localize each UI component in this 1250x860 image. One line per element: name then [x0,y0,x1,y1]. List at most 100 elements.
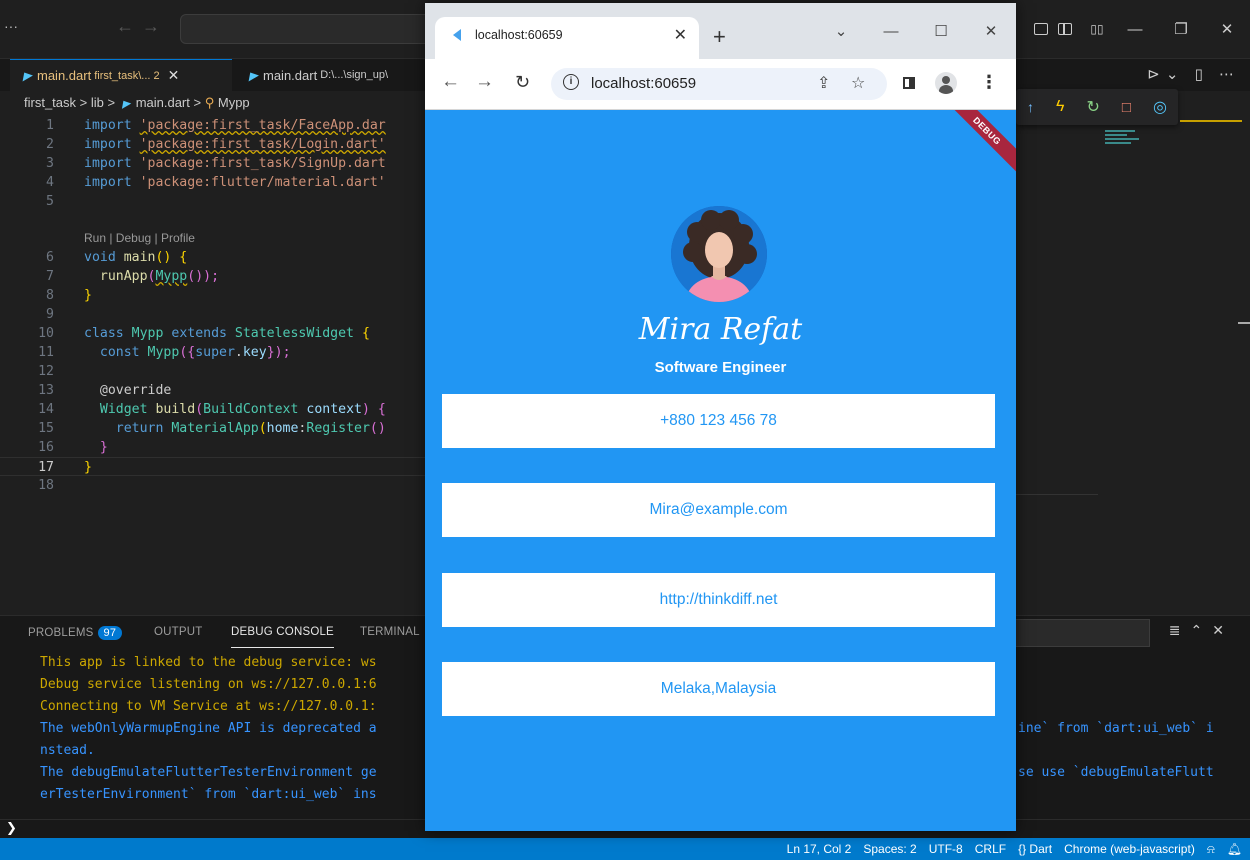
line-number: 12 [38,364,54,379]
debug-banner: DEBUG [942,110,1016,176]
command-center-input[interactable] [180,14,432,44]
tab-main-dart-sign-up[interactable]: main.dart D:\...\sign_up\ [236,59,426,91]
line-number: 18 [38,478,54,493]
console-line: se use `debugEmulateFlutt [1018,765,1214,780]
status-language[interactable]: {} Dart [1018,842,1052,856]
share-icon[interactable]: ⇪ [817,73,830,93]
tab-terminal[interactable]: TERMINAL [360,626,420,638]
code-token: extends [171,326,227,341]
console-filter-input[interactable] [1014,619,1150,647]
status-cursor-position[interactable]: Ln 17, Col 2 [787,842,852,856]
code-token: Mypp [147,345,180,360]
avatar-illustration [671,206,767,302]
status-device[interactable]: Chrome (web-javascript) [1064,842,1195,856]
status-eol[interactable]: CRLF [975,842,1006,856]
close-icon[interactable]: ✕ [1204,20,1250,38]
stop-icon[interactable]: □ [1122,99,1131,116]
tab-output[interactable]: OUTPUT [154,626,202,638]
navigation-arrows-icon[interactable]: ←→ [116,16,168,37]
status-encoding[interactable]: UTF-8 [929,842,963,856]
address-bar[interactable]: i localhost:60659 ⇪ ☆ [551,68,887,100]
devtools-icon[interactable]: ◎ [1153,97,1167,117]
minimize-icon[interactable]: — [1112,21,1158,38]
code-token: void [84,250,116,265]
browser-tab[interactable]: localhost:60659 ✕ [435,17,699,59]
breadcrumb-symbol[interactable]: Mypp [218,95,250,110]
back-arrow-icon[interactable]: ← [441,71,460,93]
profile-avatar [671,206,767,302]
profile-name: Mira Refat [638,312,803,347]
browser-window: localhost:60659 ✕ + ⌄ — ☐ ✕ ← → ↻ i loca… [425,3,1016,831]
kebab-menu-icon[interactable]: ⋮ [980,72,998,93]
line-number: 1 [46,118,54,133]
code-token: . [234,345,243,360]
hot-reload-icon[interactable]: ϟ [1056,98,1064,116]
reload-icon[interactable]: ↻ [515,72,530,93]
code-token: } [99,440,108,455]
divider [1014,494,1098,495]
tab-problems[interactable]: PROBLEMS 97 [28,626,123,640]
code-token: return [115,421,164,436]
code-token: const [99,345,140,360]
code-token: () [369,421,386,436]
layout-panel-icon[interactable] [1034,23,1048,35]
tab-main-dart-first-task[interactable]: main.dart first_task\... 2 ✕ [10,59,232,91]
forward-arrow-icon[interactable]: → [475,71,494,93]
address-bar-url: localhost:60659 [591,75,697,92]
maximize-icon[interactable]: ☐ [916,22,966,40]
new-tab-button[interactable]: + [713,24,726,50]
minimize-icon[interactable]: — [866,23,916,40]
panel-actions[interactable]: ≣⌃✕ [1169,622,1234,639]
profile-role: Software Engineer [654,359,787,376]
restore-icon[interactable]: ❐ [1158,20,1204,38]
close-tab-icon[interactable]: ✕ [674,25,687,45]
website-card[interactable]: http://thinkdiff.net [442,573,995,627]
scrollbar[interactable] [1238,322,1250,324]
status-indentation[interactable]: Spaces: 2 [863,842,916,856]
code-token: MaterialApp [171,421,259,436]
flutter-icon [118,98,131,109]
code-lens[interactable]: Run | Debug | Profile [84,229,195,248]
breadcrumb-folder[interactable]: first_task [24,95,76,110]
code-token: StatelessWidget [234,326,354,341]
phone-card[interactable]: +880 123 456 78 [442,394,995,448]
customize-layout-icon[interactable]: ▯▯ [1082,22,1112,36]
code-token: key [242,345,267,360]
tab-debug-console[interactable]: DEBUG CONSOLE [231,626,334,648]
site-info-icon[interactable]: i [563,74,579,90]
notifications-icon[interactable]: 🔔︎ [1227,842,1242,856]
side-panel-icon[interactable] [903,77,915,89]
restart-icon[interactable]: ↻ [1087,97,1100,117]
more-icon[interactable]: ··· [4,18,18,34]
class-symbol-icon: ⚲ [204,95,215,110]
editor-actions[interactable]: ⊳⌄ ▯ ⋯ [1147,65,1240,83]
breadcrumb-folder[interactable]: lib [91,95,104,110]
scroll-indicator [1180,120,1242,122]
code-token: Mypp [131,326,164,341]
bookmark-star-icon[interactable]: ☆ [851,73,865,93]
code-token: } [84,288,92,303]
code-editor[interactable]: 1 import 'package:first_task/FaceApp.dar … [0,116,430,606]
line-number: 7 [46,269,54,284]
flutter-favicon-icon [453,29,461,41]
tab-search-icon[interactable]: ⌄ [816,22,866,40]
minimap[interactable] [1105,130,1141,154]
step-out-icon[interactable]: ↑ [1027,99,1034,115]
close-icon[interactable]: ✕ [168,67,180,84]
breadcrumb-file[interactable]: main.dart [136,95,190,110]
code-token: @override [99,383,172,398]
code-token: build [155,402,196,417]
email-card[interactable]: Mira@example.com [442,483,995,537]
line-number: 5 [46,194,54,209]
location-card[interactable]: Melaka,Malaysia [442,662,995,716]
code-token: main [123,250,156,265]
console-line: Debug service listening on ws://127.0.0.… [40,677,377,692]
close-icon[interactable]: ✕ [966,22,1016,40]
accounts-icon[interactable]: ⍾ [1207,842,1215,857]
code-token: ) { [361,402,386,417]
code-token: } [84,460,92,475]
code-token: BuildContext [203,402,299,417]
code-token: home [266,421,299,436]
profile-avatar-icon[interactable] [935,72,957,94]
layout-split-icon[interactable] [1058,23,1072,35]
